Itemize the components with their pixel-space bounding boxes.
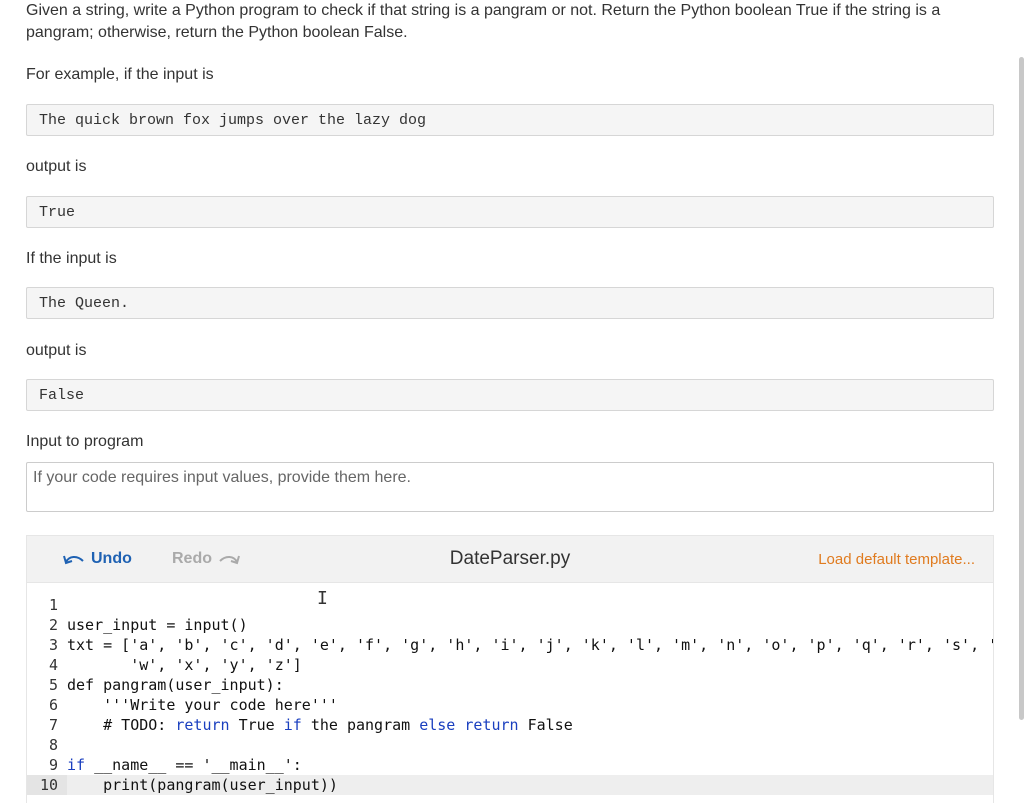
line-number: 5 <box>48 676 58 694</box>
line-number: 2 <box>48 616 58 634</box>
code-line[interactable]: 5 def pangram(user_input): <box>27 675 993 695</box>
load-default-template-link[interactable]: Load default template... <box>818 536 975 582</box>
problem-intro: Given a string, write a Python program t… <box>26 2 941 41</box>
code-text[interactable]: # TODO: return True if the pangram else … <box>67 715 573 735</box>
code-text[interactable]: print(pangram(user_input)) <box>67 775 338 795</box>
line-number: 9 <box>48 756 58 774</box>
code-line[interactable]: 7 # TODO: return True if the pangram els… <box>27 715 993 735</box>
program-input-label: Input to program <box>26 433 144 450</box>
line-number: 8 <box>48 736 58 754</box>
if-input-label: If the input is <box>26 250 117 267</box>
line-number: 10 <box>27 775 67 795</box>
example2-input: The Queen. <box>26 287 994 319</box>
code-line[interactable]: 9 if __name__ == '__main__': <box>27 755 993 775</box>
code-line[interactable]: 6 '''Write your code here''' <box>27 695 993 715</box>
redo-label: Redo <box>172 550 212 567</box>
code-editor: Undo Redo DateParser.py Load default tem… <box>26 535 994 803</box>
redo-arrow-icon <box>219 555 240 565</box>
code-line[interactable]: 2 user_input = input() <box>27 615 993 635</box>
code-text[interactable]: txt = ['a', 'b', 'c', 'd', 'e', 'f', 'g'… <box>67 635 993 655</box>
code-line-active[interactable]: 10 print(pangram(user_input)) <box>27 775 993 795</box>
code-text[interactable]: user_input = input() <box>67 615 248 635</box>
page-scrollbar[interactable] <box>1019 57 1024 720</box>
line-number: 6 <box>48 696 58 714</box>
undo-label: Undo <box>91 550 132 567</box>
output-is-label-1: output is <box>26 158 87 175</box>
code-line[interactable]: 3 txt = ['a', 'b', 'c', 'd', 'e', 'f', 'g… <box>27 635 993 655</box>
code-text[interactable]: 'w', 'x', 'y', 'z'] <box>67 655 302 675</box>
redo-button[interactable]: Redo <box>172 536 240 582</box>
undo-button[interactable]: Undo <box>63 536 132 582</box>
line-number: 7 <box>48 716 58 734</box>
line-number: 3 <box>48 636 58 654</box>
output-is-label-2: output is <box>26 342 87 359</box>
code-line[interactable]: 8 <box>27 735 993 755</box>
line-number: 4 <box>48 656 58 674</box>
code-text[interactable]: if __name__ == '__main__': <box>67 755 302 775</box>
text-cursor-icon: I <box>317 588 328 609</box>
example-intro: For example, if the input is <box>26 66 214 83</box>
editor-toolbar: Undo Redo DateParser.py Load default tem… <box>27 536 993 583</box>
code-text[interactable]: def pangram(user_input): <box>67 675 284 695</box>
code-lines[interactable]: 1 2 user_input = input() 3 txt = ['a', 'b'… <box>27 583 993 795</box>
code-text[interactable]: '''Write your code here''' <box>67 695 338 715</box>
example2-output: False <box>26 379 994 411</box>
example1-input: The quick brown fox jumps over the lazy … <box>26 104 994 136</box>
code-line[interactable]: 1 <box>27 595 993 615</box>
example1-output: True <box>26 196 994 228</box>
line-number: 1 <box>48 596 58 614</box>
undo-arrow-icon <box>63 555 84 565</box>
code-line[interactable]: 4 'w', 'x', 'y', 'z'] <box>27 655 993 675</box>
program-input-field[interactable] <box>26 462 994 512</box>
